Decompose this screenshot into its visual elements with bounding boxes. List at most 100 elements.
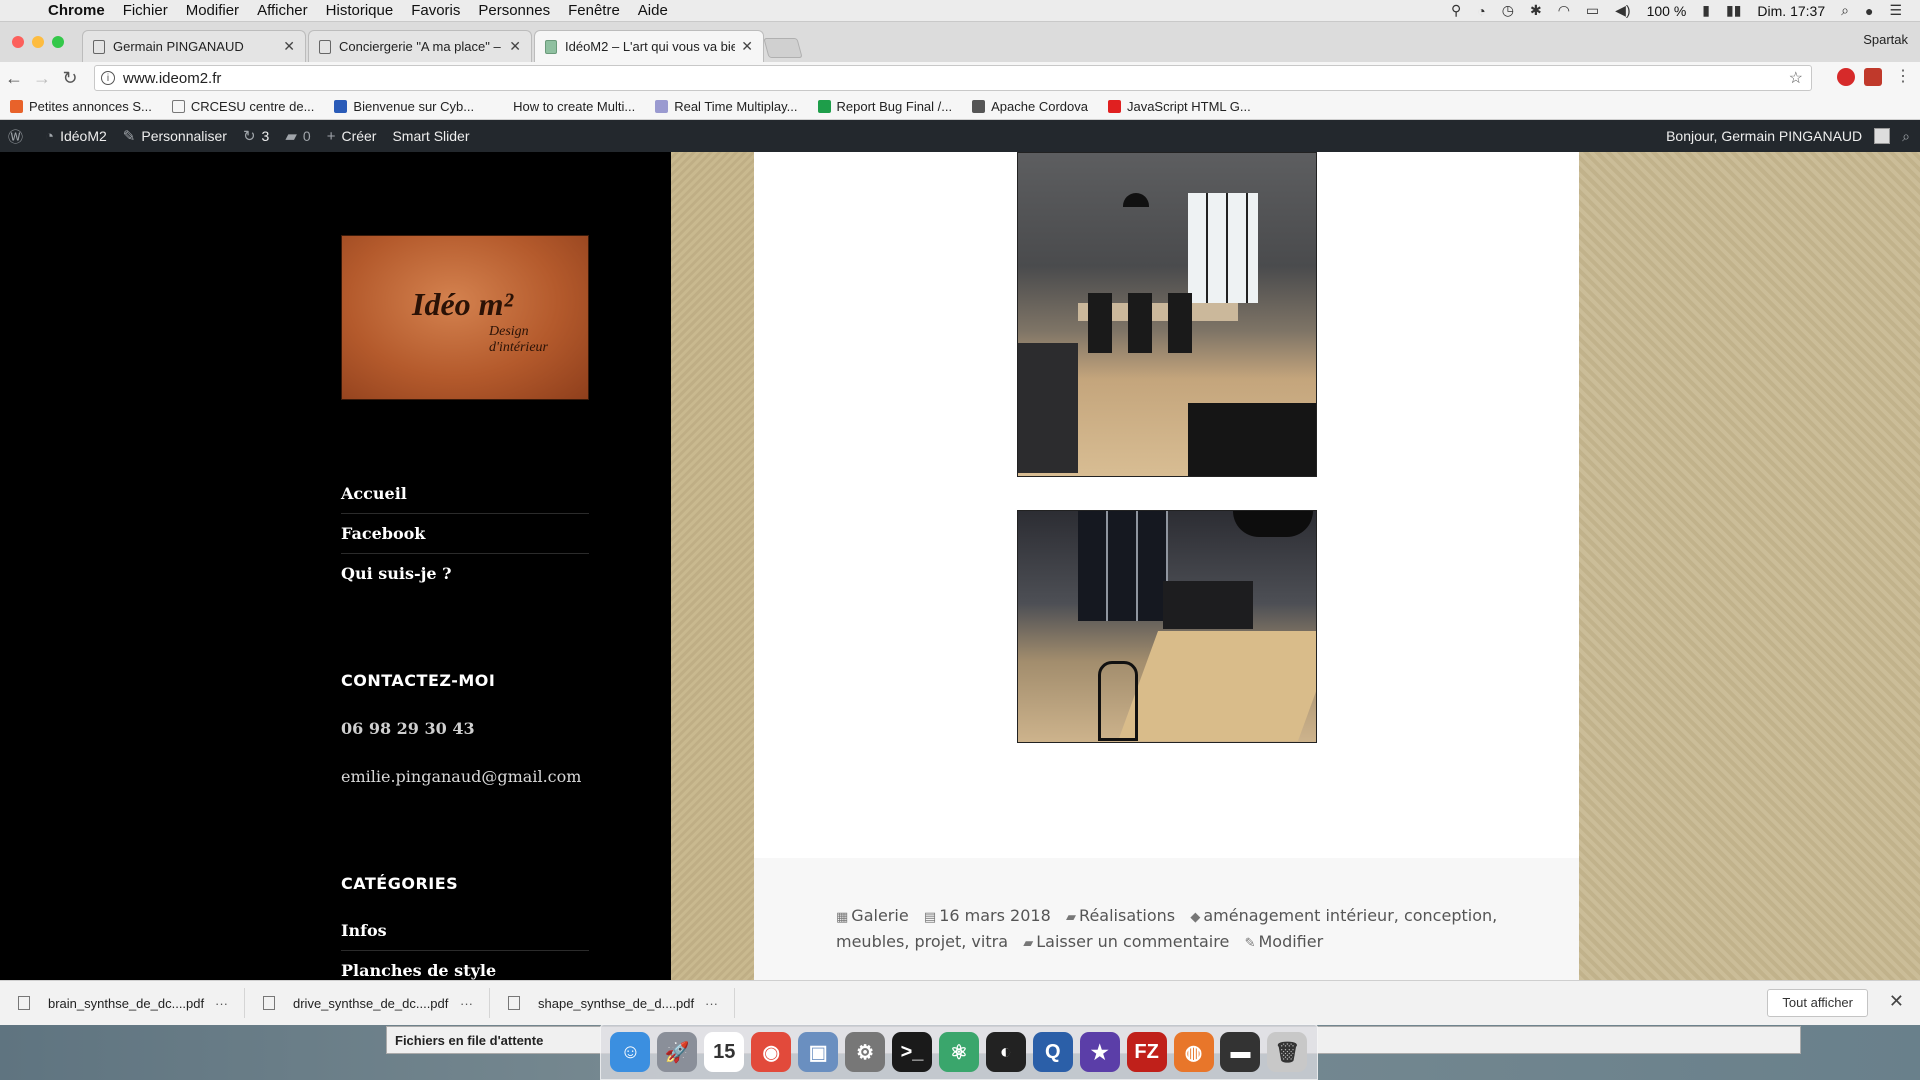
menubar-clock[interactable]: Dim. 17:37 [1757, 3, 1825, 19]
dock-launchpad-icon[interactable]: 🚀 [657, 1032, 698, 1072]
notification-center-icon[interactable]: ☰ [1889, 2, 1902, 19]
menu-afficher[interactable]: Afficher [257, 2, 308, 19]
dock-chrome-icon[interactable]: ◉ [751, 1032, 792, 1072]
page-viewport[interactable]: Idéo m² Design d'intérieur Accueil Faceb… [0, 152, 1920, 980]
battery-icon[interactable]: ▮ [1702, 2, 1710, 19]
dock-trash-icon[interactable]: 🗑 [1267, 1032, 1308, 1072]
show-all-downloads-button[interactable]: Tout afficher [1767, 989, 1868, 1017]
time-machine-icon[interactable]: ◷ [1502, 2, 1514, 19]
sync-icon[interactable]: ◔ [1477, 3, 1485, 19]
dock-system-preferences-icon[interactable]: ⚙ [845, 1032, 886, 1072]
wp-updates[interactable]: ↻ 3 [243, 127, 269, 145]
nav-facebook[interactable]: Facebook [341, 514, 589, 554]
close-icon[interactable]: ✕ [1889, 991, 1904, 1012]
site-info-icon[interactable]: i [101, 71, 115, 85]
tab-close-icon[interactable]: ✕ [741, 38, 753, 55]
wp-customize[interactable]: ✎ Personnaliser [123, 127, 227, 145]
tab-ideom2[interactable]: IdéoM2 – L'art qui vous va bien ✕ [534, 30, 764, 62]
bluetooth-icon[interactable]: ✱ [1530, 2, 1542, 19]
dock-atom-icon[interactable]: ⚛ [938, 1032, 979, 1072]
category-infos[interactable]: Infos [341, 911, 589, 951]
dock-finder-icon[interactable]: ☺ [610, 1032, 651, 1072]
tab-close-icon[interactable]: ✕ [283, 38, 295, 55]
bookmark-item[interactable]: JavaScript HTML G... [1107, 99, 1251, 114]
gallery-photo-living-room[interactable] [1017, 510, 1317, 743]
profile-button[interactable]: Spartak [1863, 32, 1908, 47]
wordpress-logo-icon[interactable]: Ⓦ [8, 126, 29, 147]
extension-icon[interactable] [1864, 68, 1882, 86]
dock-calendar-icon[interactable]: 15 [704, 1032, 745, 1072]
dock-preview-icon[interactable]: ▣ [798, 1032, 839, 1072]
dock-github-icon[interactable]: ◐ [985, 1032, 1026, 1072]
gallery-photo-kitchen[interactable] [1017, 152, 1317, 477]
dock-imovie-icon[interactable]: ★ [1079, 1032, 1120, 1072]
menu-historique[interactable]: Historique [326, 2, 394, 19]
bookmark-item[interactable]: CRCESU centre de... [171, 99, 314, 114]
chrome-menu-icon[interactable]: ⋮ [1894, 68, 1912, 86]
nav-qui-suis-je[interactable]: Qui suis-je ? [341, 554, 589, 594]
menu-fichier[interactable]: Fichier [123, 2, 168, 19]
category-planches-de-style[interactable]: Planches de style [341, 951, 589, 980]
dock-quicktime-icon[interactable]: Q [1032, 1032, 1073, 1072]
contact-email[interactable]: emilie.pinganaud@gmail.com [341, 767, 581, 786]
menu-app-name[interactable]: Chrome [48, 2, 105, 19]
more-options-icon[interactable]: ··· [460, 996, 473, 1011]
bookmark-item[interactable]: Report Bug Final /... [817, 99, 952, 114]
dock-screen-icon[interactable]: ▬ [1220, 1032, 1261, 1072]
maximize-window-button[interactable] [52, 36, 64, 48]
minimize-window-button[interactable] [32, 36, 44, 48]
volume-icon[interactable]: ◀) [1615, 2, 1630, 19]
flag-fr-icon[interactable]: ▮▮ [1726, 2, 1741, 19]
close-window-button[interactable] [12, 36, 24, 48]
siri-icon[interactable]: ● [1865, 3, 1873, 19]
bookmark-item[interactable]: Apache Cordova [972, 99, 1088, 114]
dock-terminal-icon[interactable]: >_ [891, 1032, 932, 1072]
wp-new-content[interactable]: + Créer [327, 128, 377, 145]
adblock-icon[interactable] [1837, 68, 1855, 86]
menu-personnes[interactable]: Personnes [478, 2, 550, 19]
wp-account[interactable]: Bonjour, Germain PINGANAUD ⌕ [1666, 128, 1920, 145]
address-bar[interactable]: i www.ideom2.fr ☆ [94, 65, 1812, 91]
download-item[interactable]: drive_synthse_de_dc....pdf ··· [245, 988, 490, 1018]
back-icon[interactable]: ← [0, 68, 28, 89]
tab-germain[interactable]: Germain PINGANAUD ✕ [82, 30, 306, 62]
battery-percent[interactable]: 100 % [1647, 3, 1687, 19]
wp-site-name[interactable]: ◔ IdéoM2 [45, 128, 107, 145]
bookmark-star-icon[interactable]: ☆ [1789, 68, 1803, 88]
wifi-icon[interactable]: ◠ [1558, 2, 1570, 19]
menu-favoris[interactable]: Favoris [411, 2, 460, 19]
download-item[interactable]: shape_synthse_de_d....pdf ··· [490, 988, 735, 1018]
bookmark-item[interactable]: Real Time Multiplay... [655, 99, 798, 114]
edit-post-link[interactable]: Modifier [1258, 932, 1323, 951]
reload-icon[interactable]: ↻ [56, 68, 84, 89]
wp-comments[interactable]: ▰ 0 [285, 127, 310, 145]
folder-icon: ▰ [1066, 910, 1077, 925]
post-format-link[interactable]: Galerie [851, 906, 908, 925]
menu-modifier[interactable]: Modifier [186, 2, 239, 19]
more-options-icon[interactable]: ··· [705, 996, 718, 1011]
download-item[interactable]: brain_synthse_de_dc....pdf ··· [0, 988, 245, 1018]
search-icon[interactable]: ⌕ [1902, 128, 1910, 145]
menu-fenetre[interactable]: Fenêtre [568, 2, 620, 19]
site-logo[interactable]: Idéo m² Design d'intérieur [341, 235, 589, 400]
leave-comment-link[interactable]: Laisser un commentaire [1036, 932, 1229, 951]
bookmark-item[interactable]: Petites annonces S... [10, 99, 152, 114]
dock-filezilla-icon[interactable]: FZ [1126, 1032, 1167, 1072]
post-category-link[interactable]: Réalisations [1079, 906, 1175, 925]
menu-aide[interactable]: Aide [638, 2, 668, 19]
tab-close-icon[interactable]: ✕ [509, 38, 521, 55]
bookmark-favicon-icon [10, 100, 23, 113]
location-icon[interactable]: ⚲ [1451, 2, 1461, 19]
more-options-icon[interactable]: ··· [215, 996, 228, 1011]
tab-conciergerie[interactable]: Conciergerie "A ma place" – U ✕ [308, 30, 532, 62]
forward-icon[interactable]: → [28, 68, 56, 89]
nav-accueil[interactable]: Accueil [341, 474, 589, 514]
new-tab-button[interactable] [763, 38, 803, 58]
spotlight-icon[interactable]: ⌕ [1841, 2, 1849, 19]
airplay-icon[interactable]: ▭ [1586, 2, 1599, 19]
bookmark-item[interactable]: Bienvenue sur Cyb... [334, 99, 474, 114]
dock-firefox-icon[interactable]: ◍ [1173, 1032, 1214, 1072]
post-date-link[interactable]: 16 mars 2018 [939, 906, 1051, 925]
bookmark-item[interactable]: How to create Multi... [494, 99, 635, 114]
wp-smart-slider[interactable]: Smart Slider [392, 128, 469, 144]
